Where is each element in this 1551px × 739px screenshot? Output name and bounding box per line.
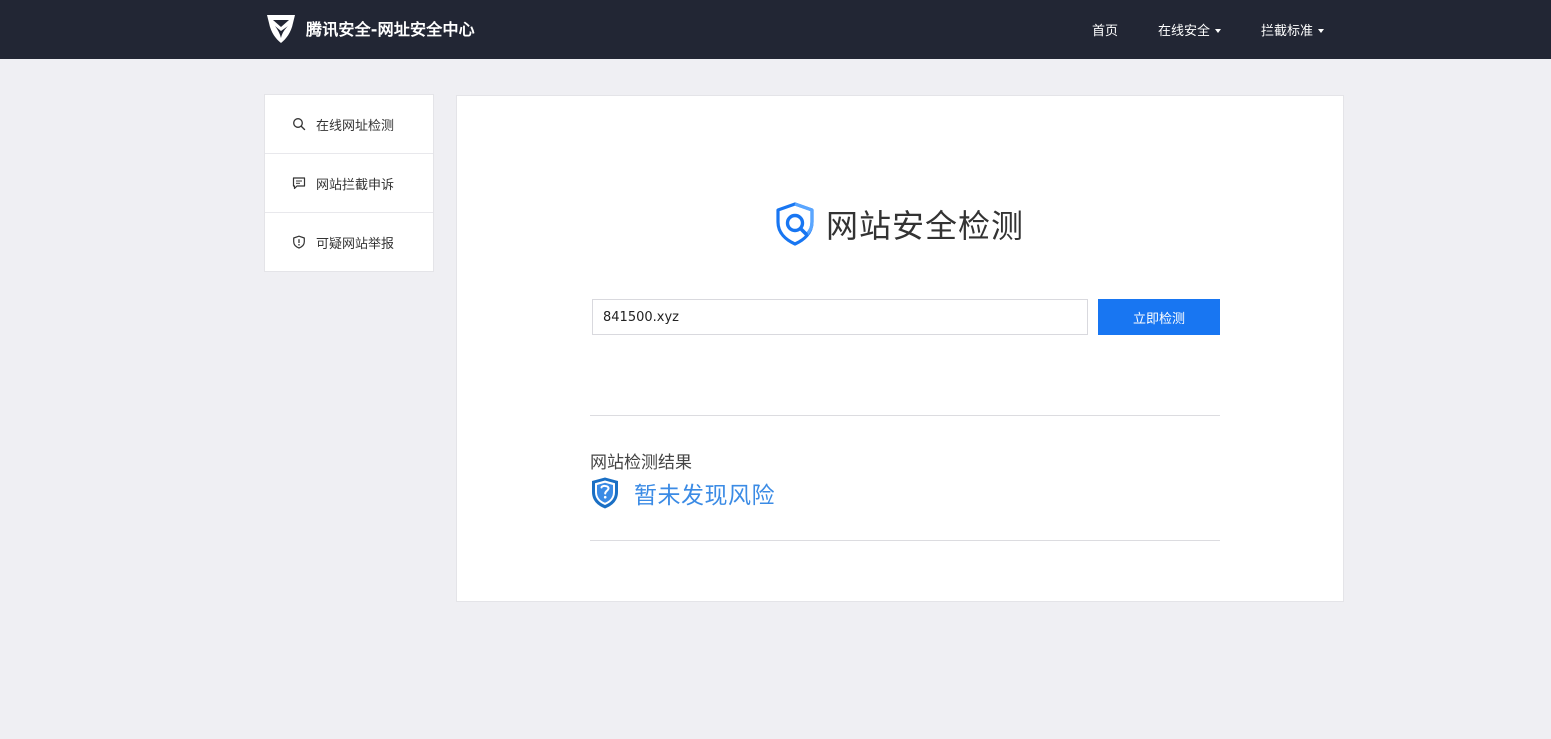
result-status-text: 暂未发现风险 (634, 483, 775, 509)
search-icon (293, 118, 306, 131)
main-panel: 网站安全检测 立即检测 网站检测结果 暂未发现风险 (456, 95, 1344, 602)
sidebar: 在线网址检测 网站拦截申诉 可疑网站举报 (264, 94, 434, 272)
top-navbar: 腾讯安全-网址安全中心 首页 在线安全 拦截标准 (0, 0, 1551, 59)
main-nav: 首页 在线安全 拦截标准 (1052, 0, 1324, 59)
divider (590, 415, 1220, 416)
sidebar-item-label: 在线网址检测 (316, 118, 395, 134)
result-status: 暂未发现风险 (590, 476, 775, 510)
sidebar-item-url-check[interactable]: 在线网址检测 (265, 95, 433, 154)
shield-question-icon (592, 477, 618, 509)
sidebar-item-label: 可疑网站举报 (316, 236, 395, 252)
nav-home-label: 首页 (1091, 24, 1118, 39)
check-now-button[interactable]: 立即检测 (1098, 299, 1220, 335)
url-input[interactable] (592, 299, 1088, 335)
page-title-block: 网站安全检测 (772, 201, 1024, 247)
nav-block-standards-label: 拦截标准 (1260, 24, 1313, 39)
nav-block-standards[interactable]: 拦截标准 (1261, 20, 1324, 39)
tencent-security-logo-icon (267, 15, 295, 43)
nav-online-security-label: 在线安全 (1157, 24, 1210, 39)
divider (590, 540, 1220, 541)
page-title: 网站安全检测 (826, 207, 1025, 245)
chevron-down-icon (1214, 28, 1221, 33)
chat-icon (292, 177, 306, 190)
nav-home[interactable]: 首页 (1092, 20, 1118, 39)
sidebar-item-label: 网站拦截申诉 (316, 177, 395, 193)
chevron-down-icon (1318, 28, 1324, 33)
brand-title: 腾讯安全-网址安全中心 (306, 20, 475, 39)
shield-search-icon (776, 202, 814, 246)
brand[interactable]: 腾讯安全-网址安全中心 (264, 11, 475, 45)
shield-alert-icon (293, 235, 305, 249)
sidebar-item-report[interactable]: 可疑网站举报 (265, 213, 433, 271)
nav-online-security[interactable]: 在线安全 (1158, 20, 1221, 39)
result-heading: 网站检测结果 (590, 453, 692, 473)
sidebar-item-appeal[interactable]: 网站拦截申诉 (265, 154, 433, 213)
